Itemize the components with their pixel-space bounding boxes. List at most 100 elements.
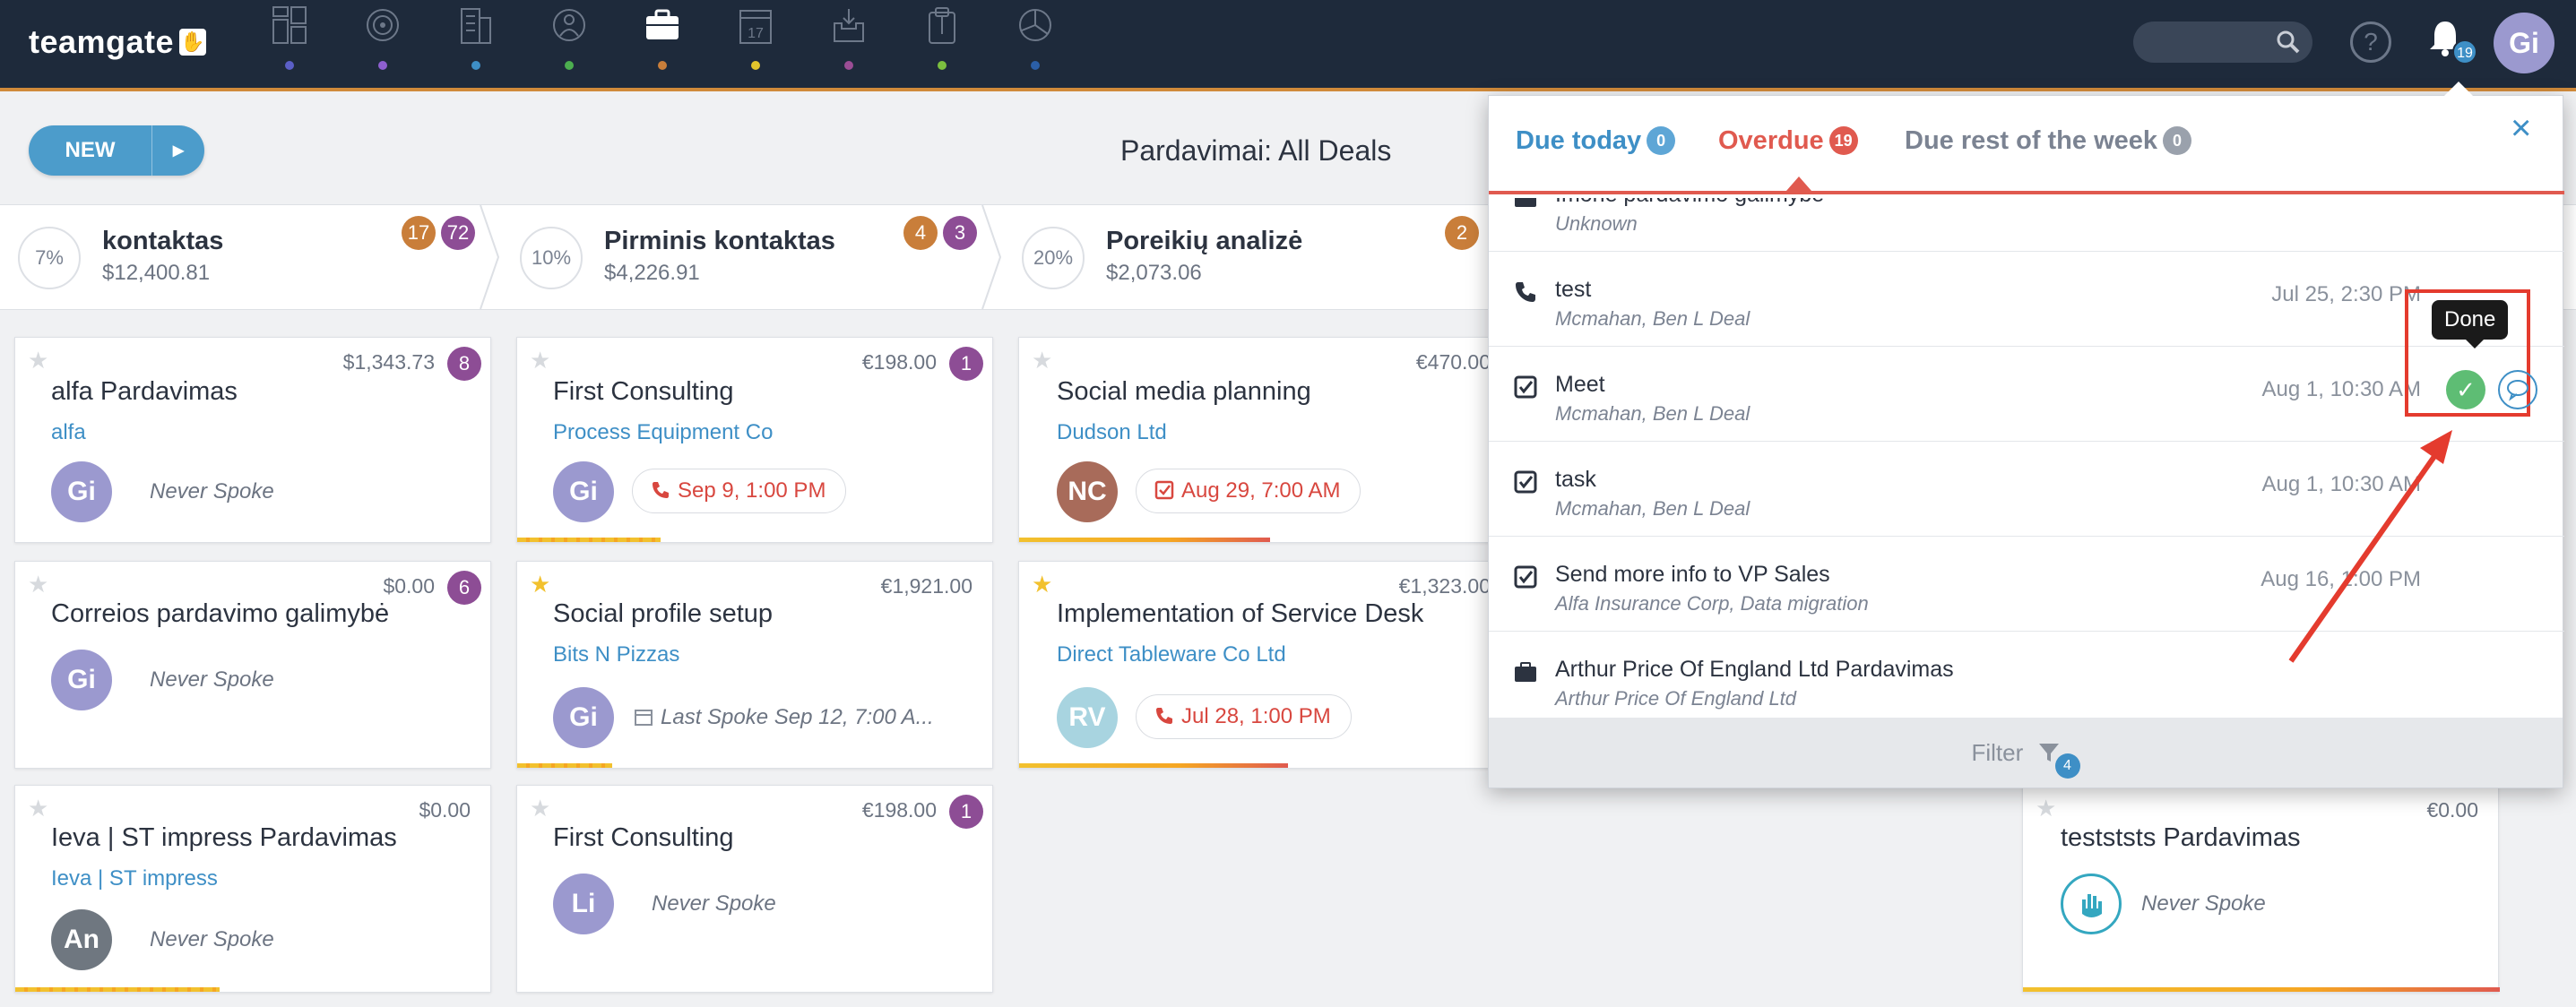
deal-card[interactable]: ★ $0.00 Ieva | ST impress Pardavimas Iev…: [14, 785, 491, 993]
calendar-icon: 17: [739, 10, 772, 44]
comment-button[interactable]: [2498, 370, 2537, 409]
deal-card[interactable]: ★ €1,921.00 Social profile setup Bits N …: [516, 561, 993, 769]
deal-title[interactable]: First Consulting: [553, 823, 733, 853]
tab-due-today[interactable]: Due today 0: [1516, 126, 1676, 156]
list-item[interactable]: test Mcmahan, Ben L Deal Jul 25, 2:30 PM: [1489, 252, 2564, 347]
task-check-icon: [1154, 480, 1174, 500]
stage-deal-count-badge: 4: [903, 216, 938, 250]
deal-card[interactable]: ★ $0.00 6 Correios pardavimo galimybė Gi…: [14, 561, 491, 769]
deal-title[interactable]: testststs Pardavimas: [2061, 823, 2301, 853]
tab-overdue[interactable]: Overdue 19: [1718, 126, 1858, 156]
deal-count-badge: 1: [949, 795, 983, 829]
deal-card[interactable]: ★ €198.00 1 First Consulting Process Equ…: [516, 337, 993, 543]
deal-title[interactable]: Correios pardavimo galimybė: [51, 599, 389, 629]
nav-calendar[interactable]: 17: [731, 5, 780, 77]
nav-indicator-dot: [565, 61, 574, 70]
nav-dashboard[interactable]: [265, 5, 314, 77]
reports-icon: [1019, 9, 1051, 41]
list-item[interactable]: Meet Mcmahan, Ben L Deal Aug 1, 10:30 AM…: [1489, 289, 2564, 442]
user-avatar[interactable]: Gi: [2494, 13, 2554, 73]
deal-value: €1,323.00: [1398, 574, 1491, 598]
favorite-star-icon[interactable]: ★: [530, 572, 550, 596]
list-item[interactable]: Arthur Price Of England Ltd Pardavimas A…: [1489, 632, 2564, 718]
favorite-star-icon[interactable]: ★: [28, 349, 48, 372]
nav-tasks[interactable]: [918, 5, 966, 77]
stage-pirminis-kontaktas[interactable]: 10% Pirminis kontaktas $4,226.91 4 3: [502, 205, 1004, 309]
help-button[interactable]: ?: [2350, 22, 2391, 63]
avatar: Gi: [51, 650, 112, 710]
target-icon: [367, 9, 399, 41]
task-check-icon: [1514, 565, 1537, 589]
deal-company-link[interactable]: Direct Tableware Co Ltd: [1057, 642, 1286, 667]
nav-companies[interactable]: [452, 5, 500, 77]
nav-goals[interactable]: [359, 5, 407, 77]
nav-people[interactable]: [545, 5, 593, 77]
stage-kontaktas[interactable]: 7% kontaktas $12,400.81 17 72: [0, 205, 502, 309]
list-item[interactable]: Imone pardavimo galimybe Unknown: [1489, 198, 2564, 252]
deal-title[interactable]: Implementation of Service Desk: [1057, 599, 1423, 629]
favorite-star-icon[interactable]: ★: [530, 796, 550, 820]
favorite-star-icon[interactable]: ★: [530, 349, 550, 372]
list-item[interactable]: task Mcmahan, Ben L Deal Aug 1, 10:30 AM: [1489, 442, 2564, 537]
tab-label: Overdue: [1718, 126, 1824, 155]
active-tab-indicator: [1786, 176, 1811, 191]
deal-card[interactable]: ★ €470.00 Social media planning Dudson L…: [1018, 337, 1502, 543]
favorite-star-icon[interactable]: ★: [28, 796, 48, 820]
avatar: Gi: [553, 687, 614, 748]
last-contact-text: Never Spoke: [652, 891, 776, 916]
deal-company-link[interactable]: Process Equipment Co: [553, 420, 773, 445]
deal-company-link[interactable]: Ieva | ST impress: [51, 866, 218, 891]
mark-done-button[interactable]: ✓: [2446, 370, 2485, 409]
close-icon[interactable]: ×: [2511, 110, 2531, 146]
stage-deal-count-badge: 2: [1445, 216, 1479, 250]
nav-inbox[interactable]: [825, 5, 873, 77]
deal-card[interactable]: ★ €1,323.00 Implementation of Service De…: [1018, 561, 1502, 769]
inbox-icon: [834, 9, 864, 42]
deal-value: $1,343.73: [342, 350, 435, 374]
notifications-count-badge: 19: [2452, 39, 2477, 65]
nav-indicator-dot: [471, 61, 480, 70]
nav-reports[interactable]: [1011, 5, 1059, 77]
notifications-button[interactable]: 19: [2427, 18, 2477, 65]
deal-value: €198.00: [861, 798, 937, 822]
chat-bubble-icon: [2507, 380, 2528, 401]
last-contact-text: Never Spoke: [2141, 891, 2266, 916]
stage-poreikiu-analize[interactable]: 20% Poreikių analizė $2,073.06 2: [1004, 205, 1506, 309]
list-item[interactable]: Send more info to VP Sales Alfa Insuranc…: [1489, 537, 2564, 632]
tab-label: Due rest of the week: [1905, 126, 2158, 155]
filter-button[interactable]: Filter 4: [1489, 718, 2563, 788]
nav-deals[interactable]: [638, 5, 687, 77]
svg-text:17: 17: [748, 26, 764, 41]
stage-probability: 7%: [18, 227, 81, 289]
logo[interactable]: teamgate ✋: [29, 23, 207, 61]
companies-icon: [461, 8, 491, 44]
deal-card[interactable]: ★ €0.00 testststs Pardavimas Never Spoke: [2022, 785, 2500, 993]
favorite-star-icon[interactable]: ★: [1032, 349, 1052, 372]
page-title: Pardavimai: All Deals: [1120, 134, 1392, 167]
deal-title[interactable]: Social media planning: [1057, 377, 1311, 407]
search-input[interactable]: [2133, 22, 2312, 63]
deal-title[interactable]: Social profile setup: [553, 599, 773, 629]
notifications-panel: Due today 0 Overdue 19 Due rest of the wee…: [1488, 82, 2564, 788]
due-date-text: Jul 28, 1:00 PM: [1181, 704, 1331, 728]
favorite-star-icon[interactable]: ★: [1032, 572, 1052, 596]
new-dropdown-arrow-icon[interactable]: ▶: [152, 142, 204, 159]
favorite-star-icon[interactable]: ★: [2036, 796, 2056, 820]
due-activity-pill[interactable]: Aug 29, 7:00 AM: [1136, 469, 1361, 513]
deal-company-link[interactable]: Dudson Ltd: [1057, 420, 1167, 445]
deal-card[interactable]: ★ €198.00 1 First Consulting Li Never Sp…: [516, 785, 993, 993]
favorite-star-icon[interactable]: ★: [28, 572, 48, 596]
task-subtitle: Unknown: [1555, 212, 1638, 235]
stage-separator-chevron: [981, 205, 1002, 309]
tab-due-rest-of-week[interactable]: Due rest of the week 0: [1905, 126, 2192, 156]
task-subtitle: Alfa Insurance Corp, Data migration: [1555, 592, 1869, 615]
new-button[interactable]: NEW ▶: [29, 125, 204, 176]
deal-title[interactable]: alfa Pardavimas: [51, 377, 238, 407]
deal-company-link[interactable]: Bits N Pizzas: [553, 642, 679, 667]
deal-title[interactable]: Ieva | ST impress Pardavimas: [51, 823, 397, 853]
deal-card[interactable]: ★ $1,343.73 8 alfa Pardavimas alfa Gi Ne…: [14, 337, 491, 543]
deal-title[interactable]: First Consulting: [553, 377, 733, 407]
deal-company-link[interactable]: alfa: [51, 420, 86, 445]
due-activity-pill[interactable]: Sep 9, 1:00 PM: [632, 469, 847, 513]
due-activity-pill[interactable]: Jul 28, 1:00 PM: [1136, 694, 1352, 739]
